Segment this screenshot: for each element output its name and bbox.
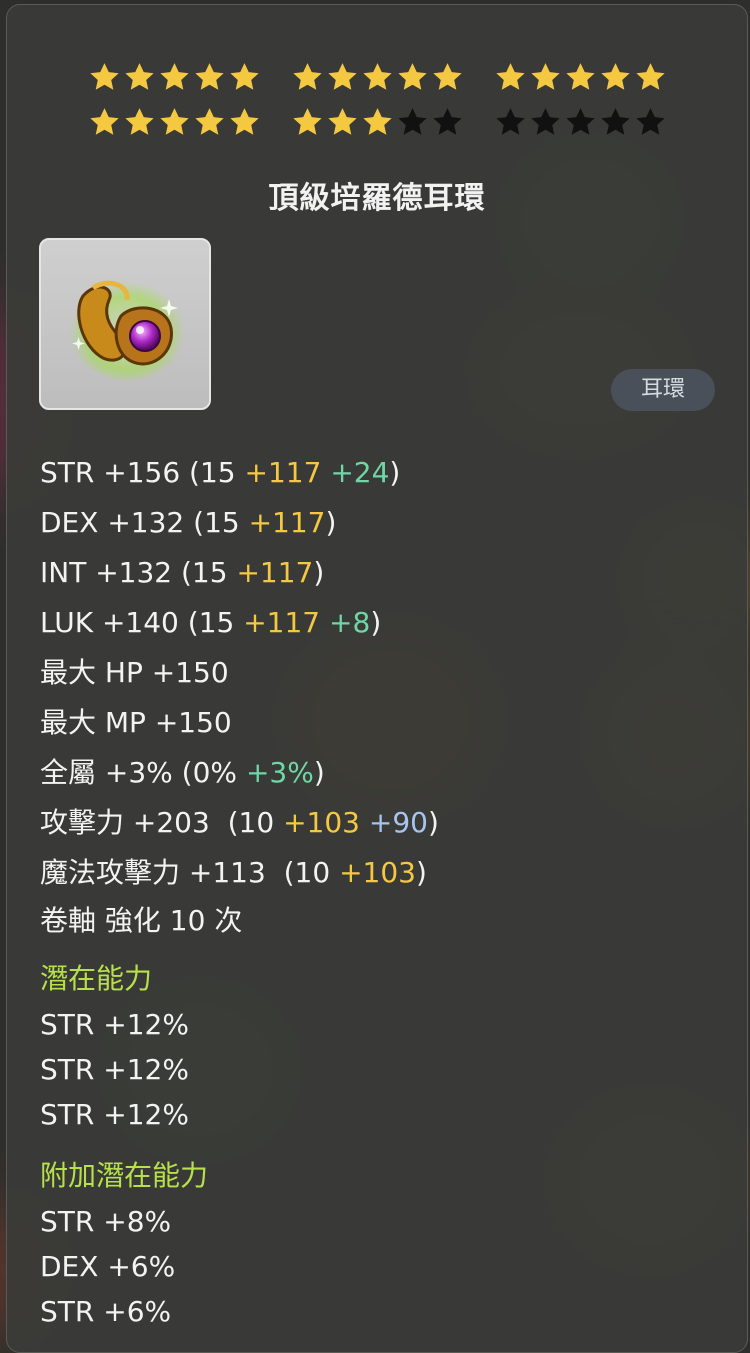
star-filled-icon xyxy=(397,63,427,90)
star-filled-icon xyxy=(194,63,224,90)
earring-icon xyxy=(69,276,185,380)
star-force-rating xyxy=(7,55,747,145)
stat-segment: +24 xyxy=(330,456,390,489)
star-row xyxy=(7,55,747,100)
item-tooltip: 頂級培羅德耳環 耳環 STR +156 (15 +117 +24) DEX +1… xyxy=(6,4,748,1353)
item-stats: STR +156 (15 +117 +24) DEX +132 (15 +117)… xyxy=(40,448,727,1334)
stat-segment: 最大 HP +150 xyxy=(40,656,229,689)
stat-segment: ) xyxy=(325,506,337,539)
star-filled-icon xyxy=(495,63,525,90)
item-name: 頂級培羅德耳環 xyxy=(268,181,486,216)
stat-line: DEX +132 (15 +117) xyxy=(40,498,727,548)
stat-segment xyxy=(321,456,330,489)
stat-segment: +8 xyxy=(329,606,371,639)
stat-line: 攻擊力 +203 (10 +103 +90) xyxy=(40,798,727,848)
star-empty-icon xyxy=(495,108,525,135)
star-group xyxy=(88,106,261,139)
stat-segment: ) xyxy=(427,806,439,839)
potential-title: 潛在能力 xyxy=(40,962,153,995)
stat-segment: +117 xyxy=(243,606,321,639)
star-filled-icon xyxy=(292,63,322,90)
star-filled-icon xyxy=(292,108,322,135)
star-filled-icon xyxy=(362,63,392,90)
star-filled-icon xyxy=(327,63,357,90)
bonus-potential-line: DEX +6% xyxy=(40,1250,176,1283)
stat-segment: +117 xyxy=(248,506,326,539)
star-empty-icon xyxy=(530,108,560,135)
stat-segment: DEX +132 (15 xyxy=(40,506,249,539)
stat-segment xyxy=(320,606,329,639)
bonus-potential-line: STR +8% xyxy=(40,1205,172,1238)
item-icon-frame xyxy=(39,238,211,410)
stat-segment: +90 xyxy=(368,806,428,839)
star-row xyxy=(7,100,747,145)
star-filled-icon xyxy=(124,108,154,135)
stat-segment: ) xyxy=(389,456,401,489)
star-group xyxy=(291,106,464,139)
star-filled-icon xyxy=(124,63,154,90)
stat-segment: LUK +140 (15 xyxy=(40,606,244,639)
star-group xyxy=(291,61,464,94)
star-filled-icon xyxy=(327,108,357,135)
stat-segment: INT +132 (15 xyxy=(40,556,237,589)
star-filled-icon xyxy=(159,63,189,90)
stat-segment: +103 xyxy=(339,856,416,889)
star-filled-icon xyxy=(194,108,224,135)
star-empty-icon xyxy=(432,108,462,135)
stat-segment: ) xyxy=(370,606,382,639)
star-filled-icon xyxy=(530,63,560,90)
star-filled-icon xyxy=(432,63,462,90)
stat-segment: +117 xyxy=(236,556,314,589)
star-filled-icon xyxy=(229,108,259,135)
stat-line: LUK +140 (15 +117 +8) xyxy=(40,598,727,648)
star-group xyxy=(494,106,667,139)
stat-line: 最大 HP +150 xyxy=(40,648,727,698)
stat-line: 最大 MP +150 xyxy=(40,698,727,748)
stat-segment: 魔法攻擊力 +113 (10 xyxy=(40,856,340,889)
stat-segment: ) xyxy=(415,856,427,889)
stat-segment: STR +156 (15 xyxy=(40,456,245,489)
star-filled-icon xyxy=(159,108,189,135)
stat-segment: +117 xyxy=(244,456,322,489)
stat-line: 魔法攻擊力 +113 (10 +103) xyxy=(40,848,727,898)
stat-line: 全屬 +3% (0% +3%) xyxy=(40,748,727,798)
star-group xyxy=(494,61,667,94)
potential-line: STR +12% xyxy=(40,1008,189,1041)
stat-segment: 攻擊力 +203 (10 xyxy=(40,806,284,839)
stat-segment: +3% xyxy=(245,756,314,789)
star-filled-icon xyxy=(229,63,259,90)
star-empty-icon xyxy=(635,108,665,135)
bonus-potential-line: STR +6% xyxy=(40,1295,172,1328)
stat-segment: 最大 MP +150 xyxy=(40,706,232,739)
stat-segment: ) xyxy=(313,556,325,589)
stat-segment: ) xyxy=(313,756,325,789)
star-filled-icon xyxy=(600,63,630,90)
star-empty-icon xyxy=(565,108,595,135)
potential-line: STR +12% xyxy=(40,1098,189,1131)
item-type-badge: 耳環 xyxy=(611,369,715,411)
stat-line: STR +156 (15 +117 +24) xyxy=(40,448,727,498)
star-filled-icon xyxy=(89,63,119,90)
star-filled-icon xyxy=(565,63,595,90)
star-group xyxy=(88,61,261,94)
stat-segment: 全屬 +3% (0% xyxy=(40,756,246,789)
stat-line: INT +132 (15 +117) xyxy=(40,548,727,598)
stat-segment xyxy=(360,806,369,839)
star-filled-icon xyxy=(635,63,665,90)
star-empty-icon xyxy=(600,108,630,135)
stat-segment: +103 xyxy=(283,806,360,839)
star-filled-icon xyxy=(89,108,119,135)
scroll-upgrade-line: 卷軸 強化 10 次 xyxy=(40,904,243,937)
potential-line: STR +12% xyxy=(40,1053,189,1086)
star-empty-icon xyxy=(397,108,427,135)
star-filled-icon xyxy=(362,108,392,135)
bonus-potential-title: 附加潛在能力 xyxy=(40,1159,209,1192)
